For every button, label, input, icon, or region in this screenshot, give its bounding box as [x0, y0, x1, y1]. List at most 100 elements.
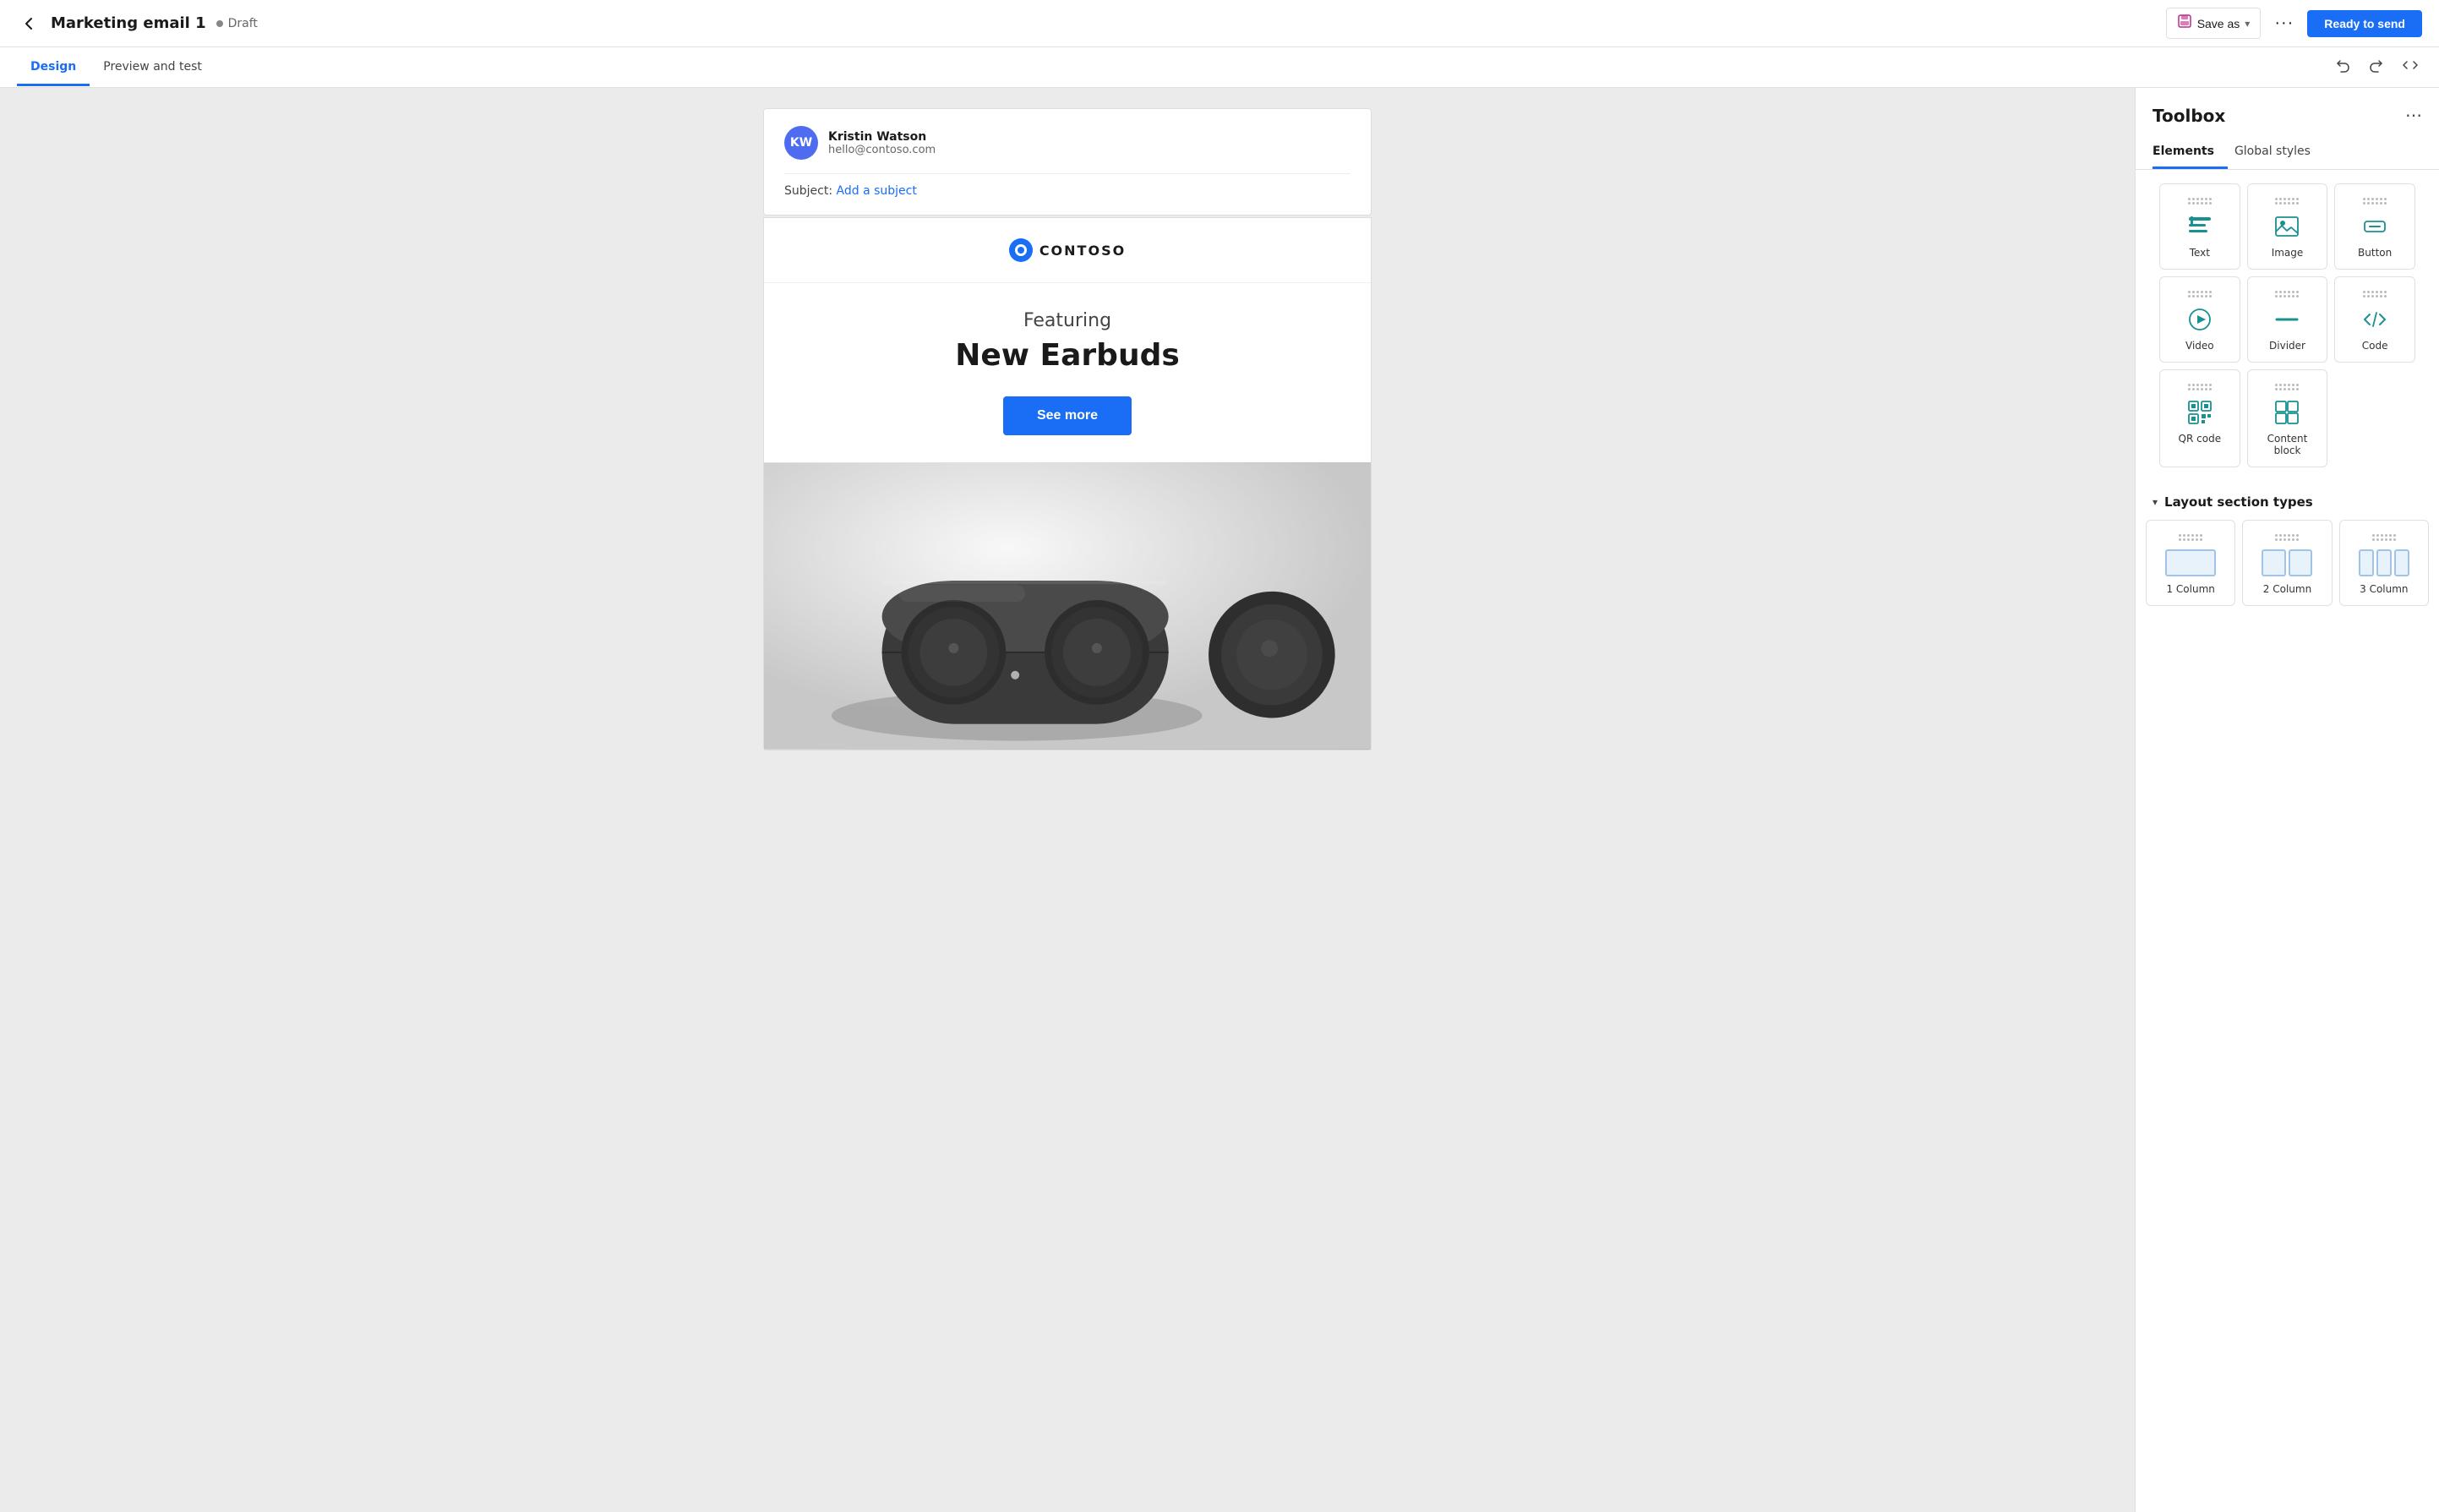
elements-grid: Text Image — [2149, 183, 2425, 467]
code-element-icon — [2361, 306, 2388, 333]
layout-3-column-label: 3 Column — [2360, 583, 2408, 595]
drag-dots — [2363, 291, 2387, 297]
collapse-icon: ▾ — [2153, 496, 2158, 508]
canvas-area: KW Kristin Watson hello@contoso.com Subj… — [0, 88, 2135, 1512]
ready-to-send-button[interactable]: Ready to send — [2307, 10, 2422, 37]
toolbox-title: Toolbox — [2153, 106, 2225, 126]
button-label: Button — [2358, 247, 2392, 259]
qr-code-label: QR code — [2179, 433, 2222, 445]
tab-design[interactable]: Design — [17, 50, 90, 86]
tabbar: Design Preview and test — [0, 47, 2439, 88]
main-layout: KW Kristin Watson hello@contoso.com Subj… — [0, 88, 2439, 1512]
add-subject-link[interactable]: Add a subject — [837, 184, 917, 198]
image-label: Image — [2272, 247, 2304, 259]
featuring-text: Featuring — [798, 310, 1337, 331]
text-label: Text — [2190, 247, 2210, 259]
toolbox-tab-elements[interactable]: Elements — [2153, 136, 2228, 169]
drag-dots — [2372, 534, 2396, 541]
more-dots-icon: ··· — [2274, 14, 2294, 32]
code-view-button[interactable] — [2398, 53, 2422, 81]
email-hero: Featuring New Earbuds See more — [764, 283, 1371, 462]
tab-preview[interactable]: Preview and test — [90, 50, 216, 86]
email-header-card: KW Kristin Watson hello@contoso.com Subj… — [763, 108, 1372, 216]
see-more-button[interactable]: See more — [1003, 396, 1132, 435]
product-title: New Earbuds — [798, 338, 1337, 373]
content-block-label: Content block — [2255, 433, 2321, 456]
drag-dots — [2275, 534, 2299, 541]
layout-3-column-preview — [2359, 549, 2409, 576]
contoso-logo-icon — [1009, 238, 1033, 262]
drag-dots — [2363, 198, 2387, 205]
toolbox-tab-global-styles[interactable]: Global styles — [2234, 136, 2324, 169]
redo-button[interactable] — [2365, 53, 2388, 81]
save-floppy-icon — [2177, 14, 2192, 29]
sender-info: Kristin Watson hello@contoso.com — [828, 130, 936, 156]
layout-3-column[interactable]: 3 Column — [2339, 520, 2429, 606]
undo-icon — [2334, 57, 2351, 74]
redo-icon — [2368, 57, 2385, 74]
layout-2-column-label: 2 Column — [2263, 583, 2311, 595]
layout-grid: 1 Column 2 Column — [2136, 520, 2439, 620]
brand-name: CONTOSO — [1039, 243, 1126, 259]
subject-label: Subject: — [784, 184, 832, 198]
video-icon — [2186, 306, 2213, 333]
drag-dots — [2275, 384, 2299, 390]
toolbox-header: Toolbox ⋯ — [2136, 88, 2439, 126]
earbuds-svg — [764, 462, 1371, 750]
qr-icon — [2186, 399, 2213, 426]
sender-name: Kristin Watson — [828, 130, 936, 144]
code-label: Code — [2362, 340, 2388, 352]
draft-badge: Draft — [216, 17, 258, 30]
email-body-card: CONTOSO Featuring New Earbuds See more — [763, 217, 1372, 751]
page-title: Marketing email 1 — [51, 14, 206, 32]
sender-row: KW Kristin Watson hello@contoso.com — [784, 126, 1350, 174]
element-content-block[interactable]: Content block — [2247, 369, 2328, 467]
earbuds-image — [764, 462, 1371, 750]
save-as-label: Save as — [2197, 17, 2240, 30]
topbar: Marketing email 1 Draft Save as ▾ ··· Re… — [0, 0, 2439, 47]
layout-section-title: Layout section types — [2164, 494, 2313, 510]
toolbox: Toolbox ⋯ Elements Global styles — [2135, 88, 2439, 1512]
divider-icon — [2273, 306, 2300, 333]
more-options-button[interactable]: ··· — [2267, 10, 2300, 36]
draft-label: Draft — [228, 17, 258, 30]
drag-dots — [2188, 384, 2212, 390]
element-button[interactable]: Button — [2334, 183, 2415, 270]
button-icon — [2361, 213, 2388, 240]
element-code[interactable]: Code — [2334, 276, 2415, 363]
save-as-button[interactable]: Save as ▾ — [2166, 8, 2262, 39]
undo-button[interactable] — [2331, 53, 2354, 81]
drag-dots — [2275, 291, 2299, 297]
subject-row: Subject: Add a subject — [784, 174, 1350, 198]
code-icon — [2402, 57, 2419, 74]
back-button[interactable] — [17, 12, 41, 35]
layout-section-header[interactable]: ▾ Layout section types — [2136, 481, 2439, 520]
topbar-left: Marketing email 1 Draft — [17, 12, 258, 35]
text-icon — [2186, 213, 2213, 240]
element-qr-code[interactable]: QR code — [2159, 369, 2240, 467]
sender-email: hello@contoso.com — [828, 144, 936, 156]
divider-label: Divider — [2269, 340, 2305, 352]
element-video[interactable]: Video — [2159, 276, 2240, 363]
email-logo-section: CONTOSO — [764, 218, 1371, 283]
layout-1-column[interactable]: 1 Column — [2146, 520, 2235, 606]
element-divider[interactable]: Divider — [2247, 276, 2328, 363]
tabs: Design Preview and test — [17, 50, 216, 85]
element-text[interactable]: Text — [2159, 183, 2240, 270]
drag-dots — [2188, 198, 2212, 205]
avatar: KW — [784, 126, 818, 160]
layout-1-column-preview — [2165, 549, 2216, 576]
video-label: Video — [2185, 340, 2214, 352]
save-icon — [2177, 14, 2192, 33]
email-container: KW Kristin Watson hello@contoso.com Subj… — [763, 108, 1372, 1492]
back-icon — [20, 15, 37, 32]
drag-dots — [2188, 291, 2212, 297]
chevron-down-icon: ▾ — [2245, 18, 2250, 30]
elements-section: Text Image — [2136, 170, 2439, 481]
earbuds-image-section — [764, 462, 1371, 750]
drag-dots — [2179, 534, 2202, 541]
toolbox-more-button[interactable]: ⋯ — [2405, 105, 2422, 126]
layout-2-column[interactable]: 2 Column — [2242, 520, 2332, 606]
element-image[interactable]: Image — [2247, 183, 2328, 270]
topbar-right: Save as ▾ ··· Ready to send — [2166, 8, 2422, 39]
